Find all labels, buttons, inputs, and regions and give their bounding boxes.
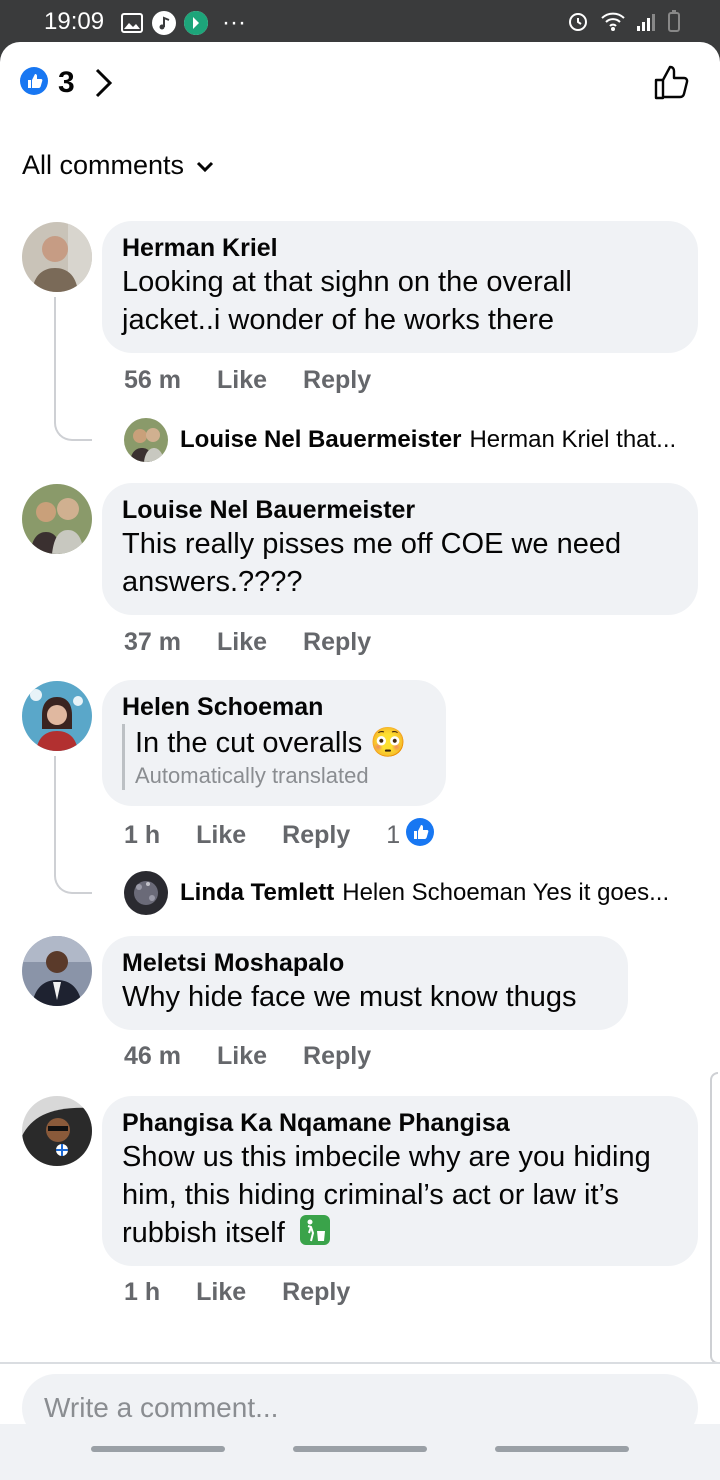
gallery-icon (120, 11, 144, 35)
like-reaction-icon (20, 66, 48, 100)
comment-time[interactable]: 37 m (124, 628, 181, 657)
music-icon (152, 11, 176, 35)
comment-text: Looking at that sighn on the overall jac… (122, 266, 572, 336)
thumbs-up-icon (652, 65, 692, 106)
comment-actions: 56 m Like Reply (124, 366, 407, 395)
avatar[interactable] (22, 936, 92, 1006)
comment-bubble: Helen Schoeman In the cut overalls 😳 Aut… (102, 680, 446, 806)
thread-line (54, 297, 92, 441)
comment-bubble: Phangisa Ka Nqamane Phangisa Show us thi… (102, 1096, 698, 1266)
like-post-button[interactable] (652, 62, 692, 102)
comment-text: Why hide face we must know thugs (122, 981, 577, 1013)
app-icon (184, 11, 208, 35)
comment-author[interactable]: Herman Kriel (122, 233, 678, 263)
status-time: 19:09 (44, 8, 105, 35)
avatar[interactable] (22, 1096, 92, 1166)
litter-bin-emoji-icon (299, 1214, 331, 1256)
divider (0, 1362, 720, 1364)
comment-time[interactable]: 46 m (124, 1042, 181, 1071)
nav-home-indicator[interactable] (293, 1446, 427, 1452)
reply-preview[interactable]: Louise Nel Bauermeister Herman Kriel tha… (124, 418, 676, 462)
chevron-down-icon (196, 150, 214, 181)
signal-icon (636, 11, 658, 39)
like-comment-button[interactable]: Like (196, 821, 246, 850)
system-navigation-bar (0, 1424, 720, 1480)
like-badge-icon (406, 818, 435, 853)
alarm-icon (566, 9, 590, 40)
like-comment-button[interactable]: Like (217, 366, 267, 395)
reply-text: Herman Kriel that... (469, 426, 677, 453)
comment-actions: 1 h Like Reply (124, 1278, 386, 1307)
comment-text-content: Show us this imbecile why are you hiding… (122, 1141, 651, 1249)
comment-actions: 1 h Like Reply 1 (124, 818, 435, 853)
reply-comment-button[interactable]: Reply (303, 366, 371, 395)
comment-filter-label: All comments (22, 150, 185, 180)
reply-text: Helen Schoeman Yes it goes... (342, 879, 670, 906)
comment-time[interactable]: 1 h (124, 1278, 160, 1307)
wifi-icon (600, 10, 626, 39)
comment-actions: 37 m Like Reply (124, 628, 407, 657)
comment-author[interactable]: Helen Schoeman (122, 692, 426, 722)
chevron-right-icon (93, 66, 115, 100)
reply-comment-button[interactable]: Reply (282, 821, 350, 850)
reply-author: Linda Temlett (180, 879, 335, 906)
avatar (124, 871, 168, 915)
comment-bubble: Herman Kriel Looking at that sighn on th… (102, 221, 698, 353)
comment-author[interactable]: Meletsi Moshapalo (122, 948, 608, 978)
more-notifications-icon: ··· (222, 9, 246, 36)
comment-like-count[interactable]: 1 (386, 821, 400, 850)
status-bar: 19:09 ··· (0, 0, 720, 44)
comments-sheet: 3 All comments Herman Kriel Looking at t… (0, 42, 720, 1480)
reply-author: Louise Nel Bauermeister (180, 426, 462, 453)
comment-text: This really pisses me off COE we need an… (122, 528, 622, 598)
comment-filter-dropdown[interactable]: All comments (22, 150, 214, 181)
translation-note[interactable]: Automatically translated (135, 762, 426, 790)
scrollbar[interactable] (710, 1072, 718, 1364)
reply-comment-button[interactable]: Reply (303, 628, 371, 657)
comment-input-placeholder: Write a comment... (44, 1392, 279, 1423)
comment-text: Show us this imbecile why are you hiding… (122, 1138, 678, 1256)
comment-author[interactable]: Phangisa Ka Nqamane Phangisa (122, 1108, 678, 1138)
reply-comment-button[interactable]: Reply (282, 1278, 350, 1307)
comment-bubble: Louise Nel Bauermeister This really piss… (102, 483, 698, 615)
comment-time[interactable]: 1 h (124, 821, 160, 850)
thread-line (54, 756, 92, 894)
reactions-summary[interactable]: 3 (20, 66, 115, 100)
reply-comment-button[interactable]: Reply (303, 1042, 371, 1071)
like-comment-button[interactable]: Like (217, 1042, 267, 1071)
comment-actions: 46 m Like Reply (124, 1042, 407, 1071)
comment-bubble: Meletsi Moshapalo Why hide face we must … (102, 936, 628, 1030)
status-system-icons (566, 9, 680, 40)
avatar (124, 418, 168, 462)
nav-back-indicator[interactable] (495, 1446, 629, 1452)
comment-time[interactable]: 56 m (124, 366, 181, 395)
reply-preview[interactable]: Linda Temlett Helen Schoeman Yes it goes… (124, 871, 669, 915)
avatar[interactable] (22, 484, 92, 554)
translated-block: In the cut overalls 😳 Automatically tran… (122, 724, 426, 790)
nav-recents-indicator[interactable] (91, 1446, 225, 1452)
status-notification-icons: ··· (120, 9, 246, 37)
like-comment-button[interactable]: Like (196, 1278, 246, 1307)
avatar[interactable] (22, 222, 92, 292)
comment-author[interactable]: Louise Nel Bauermeister (122, 495, 678, 525)
like-comment-button[interactable]: Like (217, 628, 267, 657)
battery-icon (668, 10, 680, 39)
reaction-count: 3 (58, 66, 75, 99)
avatar[interactable] (22, 681, 92, 751)
comment-text: In the cut overalls 😳 (135, 727, 407, 759)
